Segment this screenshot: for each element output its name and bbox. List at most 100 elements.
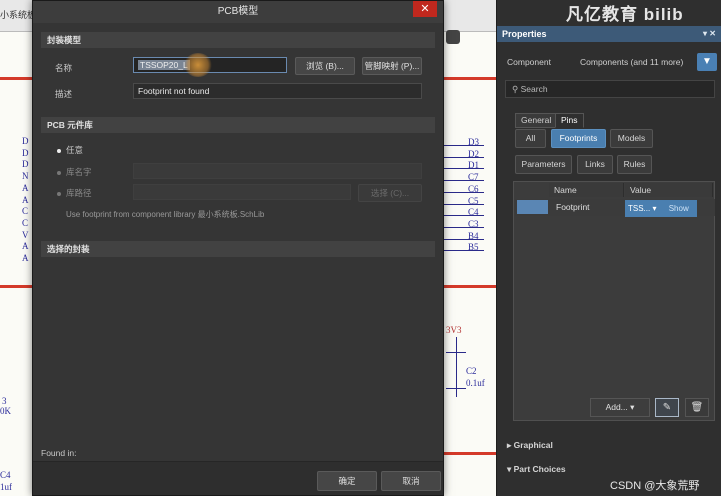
radio-library-name-dot bbox=[57, 170, 61, 175]
schematic-pin-label-right: C7 bbox=[468, 172, 479, 183]
column-value[interactable]: Value bbox=[625, 183, 713, 197]
schematic-pin-label-left: A bbox=[22, 241, 29, 252]
row-value: TSS... bbox=[628, 204, 651, 213]
chevron-down-icon: ▾ bbox=[630, 402, 635, 412]
pin-map-button[interactable]: 管脚映射 (P)... bbox=[362, 57, 422, 75]
properties-panel: Properties ▾ ✕ Component Components (and… bbox=[496, 0, 721, 496]
filter-models-button[interactable]: Models bbox=[610, 129, 653, 148]
part-choices-label: Part Choices bbox=[513, 464, 566, 474]
filter-icon[interactable]: ▼ bbox=[697, 53, 717, 71]
schematic-pin-label-left: V bbox=[22, 229, 29, 240]
library-name-field[interactable] bbox=[133, 163, 422, 179]
cancel-button[interactable]: 取消 bbox=[381, 471, 441, 491]
found-in-label: Found in: bbox=[41, 448, 77, 458]
search-icon: ⚲ bbox=[512, 84, 519, 94]
canvas-dropdown-button[interactable] bbox=[446, 30, 460, 44]
schematic-pin-label-left: N bbox=[22, 171, 29, 182]
filter-all-button[interactable]: All bbox=[515, 129, 546, 148]
watermark: CSDN @大象荒野 bbox=[610, 480, 700, 492]
rules-button[interactable]: Rules bbox=[617, 155, 652, 174]
row-name: Footprint bbox=[556, 202, 590, 212]
schematic-pin-label-right: D2 bbox=[468, 148, 479, 159]
radio-library-name[interactable]: 库名字 bbox=[57, 166, 92, 178]
parameters-button[interactable]: Parameters bbox=[515, 155, 572, 174]
schematic-pin-label-left: C bbox=[22, 217, 29, 228]
cap-designator: C2 bbox=[466, 366, 477, 376]
wire-red-mid-left bbox=[0, 285, 32, 288]
column-name[interactable]: Name bbox=[549, 183, 624, 197]
schematic-pin-label-left: C bbox=[22, 206, 29, 217]
radio-library-name-label: 库名字 bbox=[66, 167, 92, 177]
close-icon[interactable]: ✕ bbox=[413, 1, 437, 17]
row-dropdown-icon[interactable]: ▾ bbox=[652, 204, 656, 213]
radio-any-dot bbox=[57, 148, 61, 153]
cap-value: 0.1uf bbox=[466, 378, 485, 388]
row-value-cell[interactable]: TSS... ▾ Show bbox=[625, 200, 697, 217]
component-value: Components (and 11 more) bbox=[580, 57, 684, 67]
properties-title: Properties bbox=[502, 29, 547, 39]
left-value-1: 0K bbox=[0, 406, 11, 416]
left-designator-2: C4 bbox=[0, 470, 11, 480]
description-field[interactable]: Footprint not found bbox=[133, 83, 422, 99]
name-field-value: TSSOP20_L bbox=[138, 60, 190, 70]
section-pcb-library[interactable]: PCB 元件库 bbox=[41, 117, 435, 133]
choose-button[interactable]: 选择 (C)... bbox=[358, 184, 422, 202]
wire-red-top-right bbox=[444, 77, 500, 80]
radio-any-label: 任意 bbox=[66, 145, 84, 155]
parameters-grid: Name Value Footprint TSS... ▾ Show bbox=[513, 181, 715, 421]
wire-red-top-left bbox=[0, 77, 32, 80]
add-button[interactable]: Add... ▾ bbox=[590, 398, 650, 417]
wire-red-bottom-right bbox=[444, 452, 500, 455]
name-label: 名称 bbox=[55, 63, 73, 73]
component-label: Component bbox=[507, 57, 551, 67]
browse-button[interactable]: 浏览 (B)... bbox=[295, 57, 355, 75]
section-selected-footprint[interactable]: 选择的封装 bbox=[41, 241, 435, 257]
edit-icon[interactable]: ✎ bbox=[655, 398, 679, 417]
schematic-pin-label-right: C6 bbox=[468, 183, 479, 194]
schematic-pin-label-right: C5 bbox=[468, 195, 479, 206]
cap-plate-bottom bbox=[446, 388, 466, 389]
radio-library-path[interactable]: 库路径 bbox=[57, 187, 92, 199]
filter-footprints-button[interactable]: Footprints bbox=[551, 129, 606, 148]
add-button-label: Add... bbox=[605, 402, 628, 412]
graphical-section[interactable]: ▸ Graphical bbox=[507, 440, 553, 451]
radio-any[interactable]: 任意 bbox=[57, 144, 83, 156]
tab-pins[interactable]: Pins bbox=[555, 113, 584, 128]
document-tab-title[interactable]: 小系统板 bbox=[0, 8, 36, 21]
library-path-field[interactable] bbox=[133, 184, 351, 200]
panel-controls-icon[interactable]: ▾ ✕ bbox=[703, 26, 716, 42]
pcb-model-dialog: PCB模型 ✕ 封装模型 名称 TSSOP20_L 浏览 (B)... 管脚映射… bbox=[32, 0, 444, 496]
radio-library-path-label: 库路径 bbox=[66, 188, 92, 198]
delete-icon[interactable]: 🗑 bbox=[685, 398, 709, 417]
ok-button[interactable]: 确定 bbox=[317, 471, 377, 491]
show-link[interactable]: Show bbox=[669, 204, 689, 213]
left-value-2: 1uf bbox=[0, 482, 12, 492]
schematic-pin-label-left: A bbox=[22, 253, 29, 263]
schematic-pin-label-right: C3 bbox=[468, 218, 479, 229]
tab-general[interactable]: General bbox=[515, 113, 558, 128]
part-choices-section[interactable]: ▾ Part Choices bbox=[507, 464, 566, 475]
net-label-3v3: 3V3 bbox=[446, 325, 462, 335]
row-marker bbox=[517, 200, 548, 214]
section-footprint-model[interactable]: 封装模型 bbox=[41, 32, 435, 48]
cursor-highlight bbox=[184, 53, 212, 77]
links-button[interactable]: Links bbox=[577, 155, 613, 174]
dialog-title: PCB模型 bbox=[33, 1, 443, 23]
schematic-pin-label-left: A bbox=[22, 194, 29, 205]
schematic-pin-label-left: D bbox=[22, 136, 29, 146]
left-designator-1: 3 bbox=[2, 396, 7, 406]
cap-plate-top bbox=[446, 352, 466, 353]
graphical-label: Graphical bbox=[513, 440, 553, 450]
schematic-pin-label-left: D bbox=[22, 159, 29, 170]
brand-logo: 凡亿教育 bilib bbox=[566, 5, 684, 24]
schematic-pin-label-left: A bbox=[22, 182, 29, 193]
radio-library-path-dot bbox=[57, 191, 61, 196]
schematic-pin-label-left: D bbox=[22, 147, 29, 158]
description-label: 描述 bbox=[55, 89, 73, 99]
schematic-pin-label-right: C4 bbox=[468, 207, 479, 218]
search-placeholder: Search bbox=[520, 84, 548, 94]
library-hint: Use footprint from component library 最小系… bbox=[66, 210, 265, 219]
search-input[interactable]: ⚲ Search bbox=[505, 80, 715, 98]
schematic-pin-label-right: B4 bbox=[468, 230, 479, 241]
schematic-pin-label-right: B5 bbox=[468, 242, 479, 253]
